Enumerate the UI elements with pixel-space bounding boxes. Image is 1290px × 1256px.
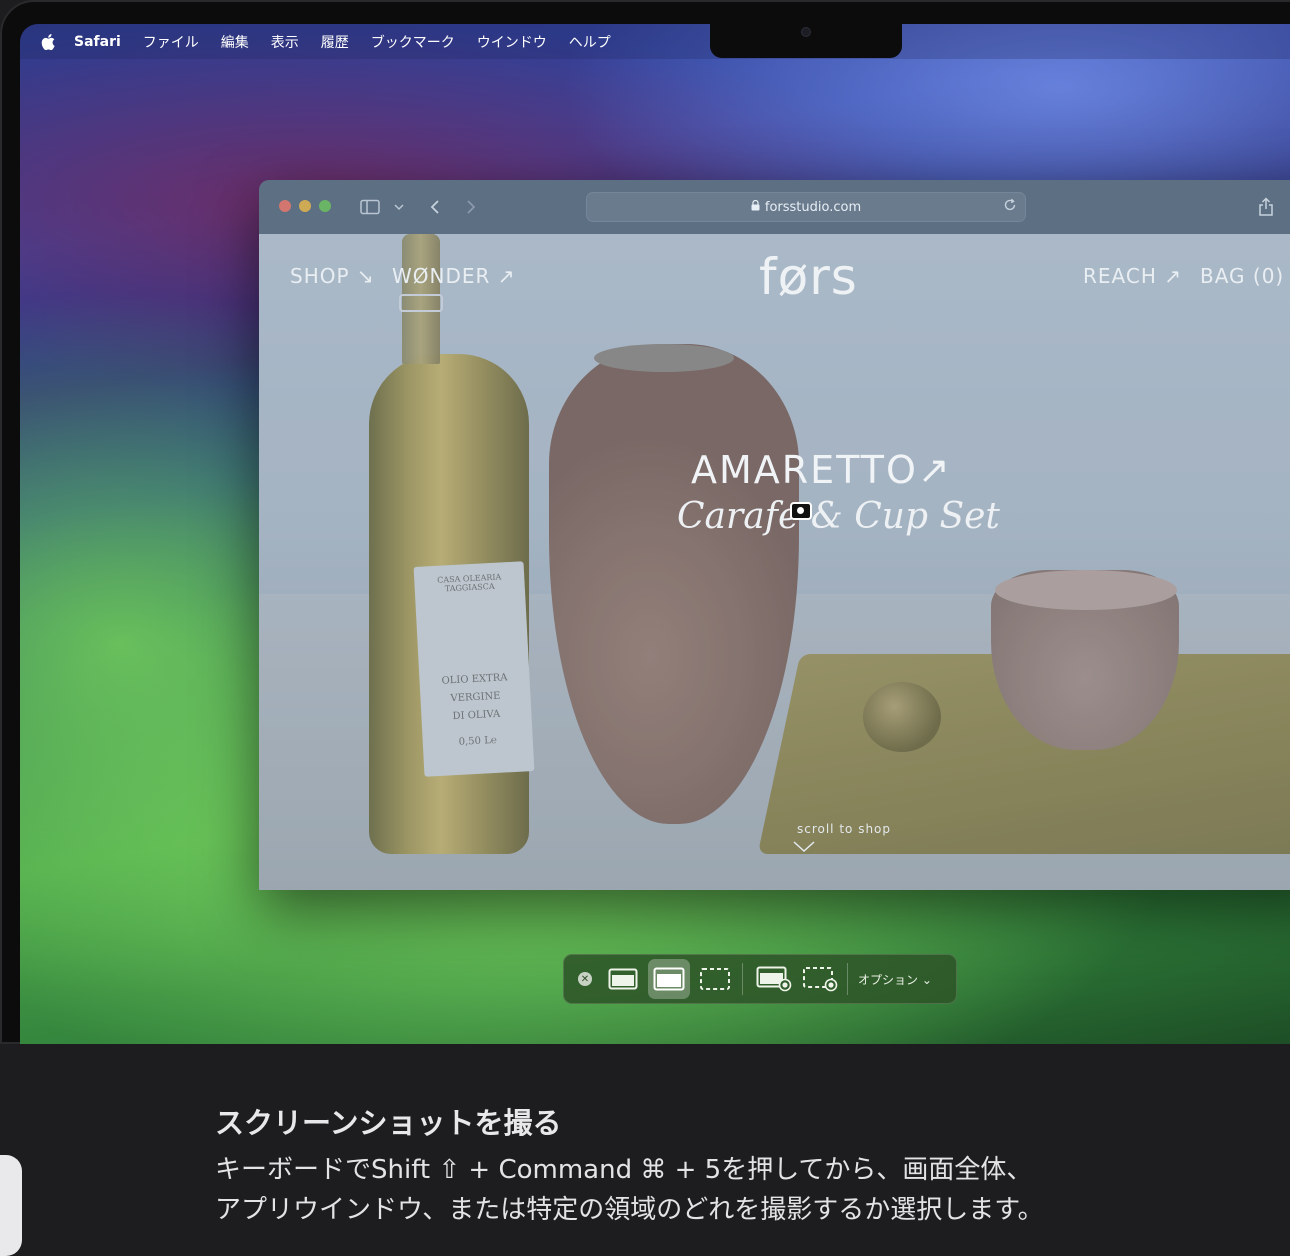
chevron-down-icon[interactable] [388,196,410,218]
window-controls [279,200,331,212]
capture-highlight-overlay [259,234,1290,890]
window-icon [653,967,685,991]
share-icon[interactable] [1255,196,1277,218]
toolbar-divider [847,963,848,995]
hero-subtitle: Carafe & Cup Set [677,496,1000,537]
scroll-down-chevron-icon[interactable] [792,840,816,854]
chevron-down-icon: ⌄ [918,972,932,987]
capture-entire-screen-button[interactable] [602,959,644,999]
close-toolbar-icon[interactable]: ✕ [578,972,592,986]
back-icon[interactable] [424,196,446,218]
safari-window: forsstudio.com CASA OLEARIA TAGGIASCA OL… [259,180,1290,890]
record-selected-portion-button[interactable] [799,959,841,999]
capture-selected-window-button[interactable] [648,959,690,999]
nav-shop-link[interactable]: SHOP ↘ [290,264,375,288]
menu-help[interactable]: ヘルプ [569,32,611,52]
hero-title-link[interactable]: AMARETTO↗ [691,448,952,492]
menu-bookmarks[interactable]: ブックマーク [371,32,455,52]
apple-icon[interactable] [40,33,56,50]
menu-edit[interactable]: 編集 [221,32,249,52]
site-logo[interactable]: førs [759,248,858,306]
nav-bag-link[interactable]: BAG (0) [1200,264,1284,288]
caption-body: キーボードでShift ⇧ + Command ⌘ + 5を押してから、画面全体… [215,1150,1175,1230]
camera-cursor-icon [790,502,812,520]
sidebar-icon[interactable] [359,196,381,218]
url-text: forsstudio.com [764,199,862,215]
nav-wonder-link[interactable]: WØNDER ↗ [392,264,516,288]
record-screen-icon [756,966,792,992]
caption-body-line2: アプリウインドウ、または特定の領域のどれを撮影するか選択します。 [215,1195,1044,1225]
camera-icon [801,27,811,37]
menu-window[interactable]: ウインドウ [477,32,547,52]
record-selection-icon [803,967,838,992]
options-label: オプション [858,972,919,987]
stage: Safari ファイル 編集 表示 履歴 ブックマーク ウインドウ ヘルプ fo… [0,0,1290,1256]
web-page: CASA OLEARIA TAGGIASCA OLIO EXTRA VERGIN… [259,234,1290,890]
menu-file[interactable]: ファイル [143,32,199,52]
address-bar[interactable]: forsstudio.com [586,192,1026,222]
caption-body-line1: キーボードでShift ⇧ + Command ⌘ + 5を押してから、画面全体… [215,1155,1033,1185]
camera-notch [710,24,902,58]
lock-icon [751,199,760,214]
close-window-button[interactable] [279,200,291,212]
menu-bar: Safari ファイル 編集 表示 履歴 ブックマーク ウインドウ ヘルプ [20,24,1290,59]
nav-reach-link[interactable]: REACH ↗ [1083,264,1182,288]
caption-title: スクリーンショットを撮る [215,1106,562,1140]
zoom-window-button[interactable] [319,200,331,212]
reload-icon[interactable] [1003,198,1017,216]
menu-app-name[interactable]: Safari [74,34,121,50]
screenshot-toolbar: ✕ オプション ⌄ [563,954,957,1004]
menu-view[interactable]: 表示 [271,32,299,52]
forward-icon[interactable] [460,196,482,218]
entire-screen-icon [608,968,638,990]
previous-slide-button[interactable]: 〈 [0,1155,44,1256]
chevron-left-icon: 〈 [0,1190,44,1241]
record-entire-screen-button[interactable] [753,959,795,999]
selection-icon [700,968,730,990]
desktop-screen: Safari ファイル 編集 表示 履歴 ブックマーク ウインドウ ヘルプ fo… [20,24,1290,1044]
capture-selected-portion-button[interactable] [694,959,736,999]
options-menu-button[interactable]: オプション ⌄ [858,971,932,988]
menu-history[interactable]: 履歴 [321,32,349,52]
minimize-window-button[interactable] [299,200,311,212]
toolbar-divider [742,963,743,995]
browser-toolbar: forsstudio.com [259,180,1290,234]
scroll-hint: scroll to shop [796,822,892,836]
